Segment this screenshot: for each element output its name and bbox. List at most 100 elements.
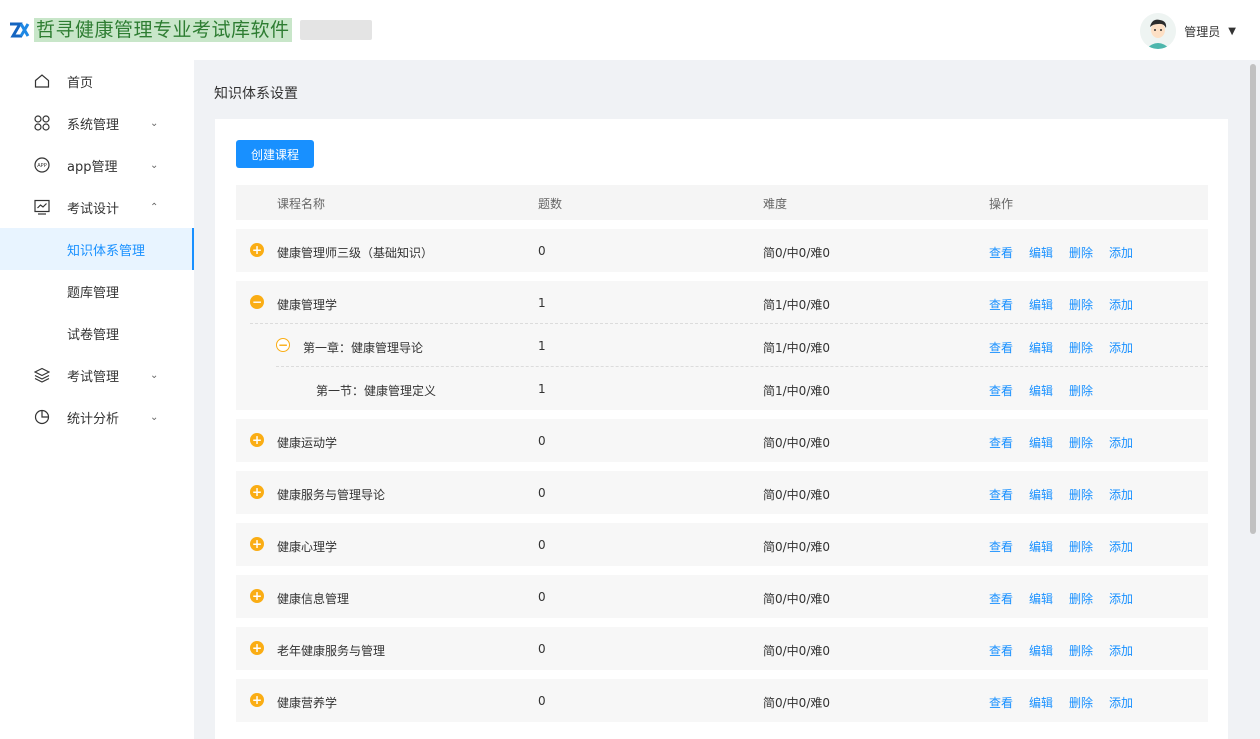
sidebar-item-statistics[interactable]: 统计分析 ⌄ <box>0 396 194 438</box>
view-link[interactable]: 查看 <box>989 486 1013 503</box>
delete-link[interactable]: 删除 <box>1069 339 1093 356</box>
view-link[interactable]: 查看 <box>989 642 1013 659</box>
edit-link[interactable]: 编辑 <box>1029 590 1053 607</box>
view-link[interactable]: 查看 <box>989 434 1013 451</box>
delete-link[interactable]: 删除 <box>1069 538 1093 555</box>
view-link[interactable]: 查看 <box>989 590 1013 607</box>
table-row: + 健康管理师三级（基础知识） 0 简0/中0/难0 查看 编辑 删除 添加 <box>236 229 1208 272</box>
difficulty: 简0/中0/难0 <box>763 540 830 554</box>
view-link[interactable]: 查看 <box>989 296 1013 313</box>
expand-icon[interactable]: + <box>250 641 264 655</box>
question-count: 0 <box>538 486 546 500</box>
table-row: − 健康管理学 1 简1/中0/难0 查看 编辑 删除 添加 <box>250 281 1208 324</box>
question-count: 0 <box>538 590 546 604</box>
sidebar-item-home[interactable]: 首页 <box>0 60 194 102</box>
table-row: + 健康心理学 0 简0/中0/难0 查看 编辑 删除 添加 <box>236 523 1208 566</box>
vertical-scrollbar[interactable] <box>1250 60 1256 739</box>
expand-icon[interactable]: + <box>250 433 264 447</box>
expand-icon[interactable]: + <box>250 485 264 499</box>
delete-link[interactable]: 删除 <box>1069 382 1093 399</box>
difficulty: 简0/中0/难0 <box>763 246 830 260</box>
add-link[interactable]: 添加 <box>1109 590 1133 607</box>
create-course-button[interactable]: 创建课程 <box>236 140 314 168</box>
delete-link[interactable]: 删除 <box>1069 642 1093 659</box>
view-link[interactable]: 查看 <box>989 694 1013 711</box>
sidebar-item-system[interactable]: 系统管理 ⌄ <box>0 102 194 144</box>
sidebar-subitem-papers[interactable]: 试卷管理 <box>0 312 194 354</box>
add-link[interactable]: 添加 <box>1109 296 1133 313</box>
table-row: + 健康营养学 0 简0/中0/难0 查看 编辑 删除 添加 <box>236 679 1208 722</box>
question-count: 0 <box>538 538 546 552</box>
top-header: 哲寻健康管理专业考试库软件 管理员 ▼ <box>0 0 1260 60</box>
course-name: 健康服务与管理导论 <box>277 488 386 502</box>
edit-link[interactable]: 编辑 <box>1029 486 1053 503</box>
user-menu[interactable]: 管理员 ▼ <box>1140 13 1236 49</box>
delete-link[interactable]: 删除 <box>1069 694 1093 711</box>
edit-link[interactable]: 编辑 <box>1029 339 1053 356</box>
user-name: 管理员 <box>1184 24 1221 39</box>
view-link[interactable]: 查看 <box>989 244 1013 261</box>
sidebar-item-exam-design[interactable]: 考试设计 ⌃ <box>0 186 194 228</box>
table-row: − 第一章：健康管理导论 1 简1/中0/难0 查看 编辑 删除 添加 <box>276 324 1208 367</box>
add-link[interactable]: 添加 <box>1109 486 1133 503</box>
expand-icon[interactable]: + <box>250 243 264 257</box>
add-link[interactable]: 添加 <box>1109 694 1133 711</box>
course-name: 健康信息管理 <box>277 592 350 606</box>
view-link[interactable]: 查看 <box>989 339 1013 356</box>
question-count: 1 <box>538 296 546 310</box>
collapse-icon[interactable]: − <box>276 338 290 352</box>
table-header: 课程名称 题数 难度 操作 <box>236 185 1208 220</box>
column-header-difficulty: 难度 <box>763 197 788 211</box>
expand-icon[interactable]: + <box>250 537 264 551</box>
table-row: + 健康运动学 0 简0/中0/难0 查看 编辑 删除 添加 <box>236 419 1208 462</box>
question-count: 1 <box>538 339 546 353</box>
sidebar-item-app[interactable]: APP app管理 ⌄ <box>0 144 194 186</box>
scrollbar-thumb[interactable] <box>1250 64 1256 534</box>
sidebar: 首页 系统管理 ⌄ APP app管理 ⌄ 考试设计 ⌃ 知识体系管理 题库管理… <box>0 60 194 739</box>
pie-icon <box>34 409 50 425</box>
sidebar-subitem-label: 试卷管理 <box>67 327 120 343</box>
add-link[interactable]: 添加 <box>1109 339 1133 356</box>
view-link[interactable]: 查看 <box>989 382 1013 399</box>
sidebar-item-label: 系统管理 <box>67 117 120 133</box>
sidebar-item-label: 考试管理 <box>67 369 120 385</box>
add-link[interactable]: 添加 <box>1109 244 1133 261</box>
sidebar-item-exam-manage[interactable]: 考试管理 ⌄ <box>0 354 194 396</box>
delete-link[interactable]: 删除 <box>1069 244 1093 261</box>
question-count: 0 <box>538 694 546 708</box>
collapse-icon[interactable]: − <box>250 295 264 309</box>
edit-link[interactable]: 编辑 <box>1029 434 1053 451</box>
svg-text:APP: APP <box>37 163 46 169</box>
table-row: + 健康信息管理 0 简0/中0/难0 查看 编辑 删除 添加 <box>236 575 1208 618</box>
course-name: 健康运动学 <box>277 436 338 450</box>
sidebar-item-label: 统计分析 <box>67 411 120 427</box>
chapter-name: 第一章：健康管理导论 <box>303 341 424 355</box>
question-count: 0 <box>538 244 546 258</box>
edit-link[interactable]: 编辑 <box>1029 244 1053 261</box>
edit-link[interactable]: 编辑 <box>1029 694 1053 711</box>
view-link[interactable]: 查看 <box>989 538 1013 555</box>
edit-link[interactable]: 编辑 <box>1029 382 1053 399</box>
sidebar-item-label: 考试设计 <box>67 201 120 217</box>
add-link[interactable]: 添加 <box>1109 538 1133 555</box>
logo-mark-icon <box>8 19 30 41</box>
question-count: 0 <box>538 642 546 656</box>
sidebar-subitem-knowledge[interactable]: 知识体系管理 <box>0 228 194 270</box>
delete-link[interactable]: 删除 <box>1069 486 1093 503</box>
delete-link[interactable]: 删除 <box>1069 590 1093 607</box>
difficulty: 简1/中0/难0 <box>763 384 830 398</box>
edit-link[interactable]: 编辑 <box>1029 538 1053 555</box>
difficulty: 简0/中0/难0 <box>763 644 830 658</box>
column-header-count: 题数 <box>538 197 563 211</box>
delete-link[interactable]: 删除 <box>1069 434 1093 451</box>
course-name: 健康心理学 <box>277 540 338 554</box>
expand-icon[interactable]: + <box>250 693 264 707</box>
delete-link[interactable]: 删除 <box>1069 296 1093 313</box>
add-link[interactable]: 添加 <box>1109 434 1133 451</box>
edit-link[interactable]: 编辑 <box>1029 296 1053 313</box>
question-count: 1 <box>538 382 546 396</box>
expand-icon[interactable]: + <box>250 589 264 603</box>
add-link[interactable]: 添加 <box>1109 642 1133 659</box>
sidebar-subitem-question-bank[interactable]: 题库管理 <box>0 270 194 312</box>
edit-link[interactable]: 编辑 <box>1029 642 1053 659</box>
